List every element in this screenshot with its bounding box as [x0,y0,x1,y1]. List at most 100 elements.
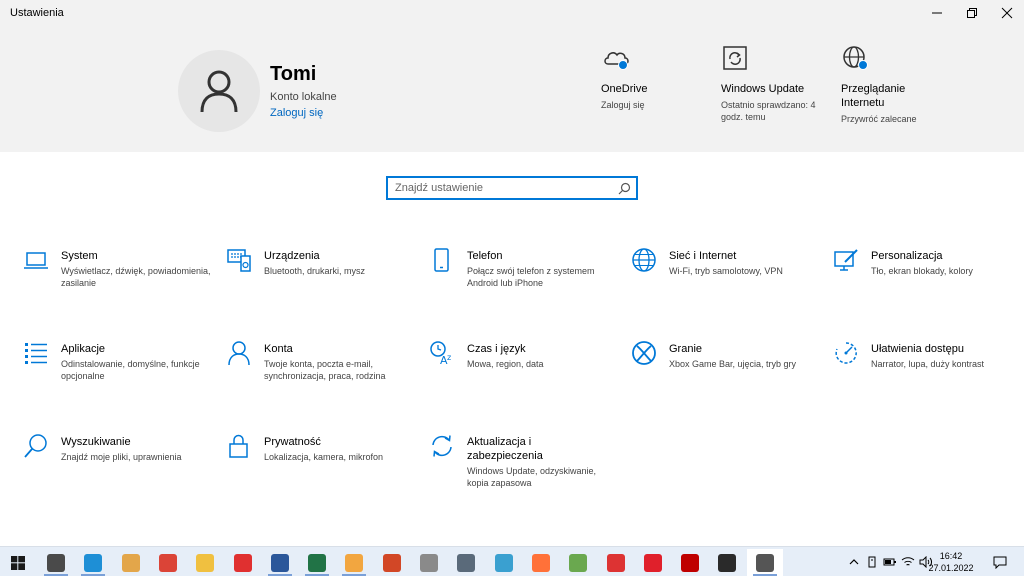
close-icon [1001,7,1013,19]
windows-logo-icon [11,555,25,570]
clock-time: 16:42 [939,551,963,561]
sign-in-link[interactable]: Zaloguj się [270,107,323,119]
tray-battery-button[interactable] [882,547,898,576]
search-input[interactable]: Znajdź ustawienie [386,176,638,200]
category-title: Ułatwienia dostępu [871,343,964,355]
cloud-icon [601,44,631,74]
taskbar-app-button[interactable] [336,549,372,576]
globe-icon [632,248,656,272]
accessibility-icon [835,342,857,364]
search-icon [618,182,631,195]
battery-icon [883,558,896,566]
category-description: Bluetooth, drukarki, mysz [264,266,366,276]
wifi-icon [901,557,915,566]
laptop-icon [24,252,48,269]
category-description: Wi-Fi, tryb samolotowy, VPN [669,266,783,276]
taskbar-app-button[interactable] [150,549,186,576]
category-description: Windows Update, odzyskiwanie, kopia zapa… [467,466,597,488]
app-settings-icon [756,553,774,572]
settings-header: Tomi Konto lokalne Zaloguj się OneDrive … [0,26,1024,152]
tray-device-button[interactable] [864,547,880,576]
quick-link-title: OneDrive [601,83,648,95]
globe-icon [841,44,871,74]
start-button[interactable] [0,549,36,576]
category-title: System [61,250,98,262]
category-description: Odinstalowanie, domyślne, funkcje opcjon… [61,359,200,381]
taskbar-app-button[interactable] [299,549,335,576]
app-media-icon [122,553,140,572]
category-description: Mowa, region, data [467,359,544,369]
category-description: Twoje konta, poczta e-mail, synchronizac… [264,359,386,381]
user-name: Tomi [270,63,317,85]
app-firefox-icon [532,553,550,572]
quick-link-browsing[interactable]: Przeglądanie Internetu Przywróć zalecane [841,44,951,125]
personalization-icon [834,249,858,271]
taskbar-app-button[interactable] [560,549,596,576]
user-avatar-icon [200,70,238,113]
quick-link-onedrive[interactable]: OneDrive Zaloguj się [601,44,711,111]
taskbar-app-button[interactable] [598,549,634,576]
chevron-up-icon [849,559,859,565]
taskbar-app-button[interactable] [672,549,708,576]
category-description: Znajdź moje pliki, uprawnienia [61,452,182,462]
close-button[interactable] [990,0,1024,26]
quick-link-subtitle: Ostatnio sprawdzano: 4 godz. temu [721,100,816,122]
category-title: Urządzenia [264,250,320,262]
taskbar-app-button[interactable] [635,549,671,576]
category-description: Narrator, lupa, duży kontrast [871,359,985,369]
taskbar-app-button[interactable] [75,549,111,576]
taskbar-clock[interactable]: 16:42 27.01.2022 [928,550,974,574]
restore-icon [967,8,977,18]
taskbar-app-button[interactable] [747,549,783,576]
quick-link-subtitle: Zaloguj się [601,100,645,110]
taskbar-app-button[interactable] [448,549,484,576]
app-opera-icon [644,553,662,572]
quick-link-windows-update[interactable]: Windows Update Ostatnio sprawdzano: 4 go… [721,44,831,123]
tray-wifi-button[interactable] [900,547,916,576]
taskbar-app-button[interactable] [262,549,298,576]
search-placeholder: Znajdź ustawienie [395,182,484,194]
taskbar-app-button[interactable] [187,549,223,576]
app-filezilla-icon [681,553,699,572]
app-explorer-icon [196,553,214,572]
taskbar-app-button[interactable] [225,549,261,576]
time-language-icon: A z [430,341,451,366]
category-title: Konta [264,343,293,355]
app-paint-icon [495,553,513,572]
app-outlook-icon [345,553,363,572]
app-excel-icon [308,553,326,572]
taskbar-app-button[interactable] [411,549,447,576]
quick-link-title: Windows Update [721,83,805,95]
tray-overflow-button[interactable] [846,547,862,576]
app-chrome-icon [159,553,177,572]
apps-list-icon [25,343,47,364]
minimize-button[interactable] [920,0,954,26]
taskbar-app-button[interactable] [486,549,522,576]
update-icon [721,44,751,74]
sync-icon [432,435,452,457]
taskbar-app-button[interactable] [523,549,559,576]
restore-button[interactable] [955,0,989,26]
taskbar-app-button[interactable] [113,549,149,576]
category-title: Aplikacje [61,343,106,355]
taskbar-app-button[interactable] [374,549,410,576]
avatar[interactable] [178,50,260,132]
usb-device-icon [868,556,876,568]
xbox-icon [632,341,656,365]
person-icon [228,341,250,366]
category-title: Personalizacja [871,250,943,262]
app-red-icon [607,553,625,572]
app-calculator-icon [457,553,475,572]
app-obs-icon [47,553,65,572]
taskbar-app-button[interactable] [38,549,74,576]
category-description: Wyświetlacz, dźwięk, powiadomienia, zasi… [61,266,211,288]
taskbar-app-button[interactable] [709,549,745,576]
category-description: Połącz swój telefon z systemem Android l… [467,266,595,288]
account-type: Konto lokalne [270,91,337,103]
category-title: Granie [669,343,703,355]
quick-link-title: Przeglądanie Internetu [841,83,906,109]
lock-icon [229,434,248,458]
title-bar: Ustawienia [0,0,1024,26]
category-title: Sieć i Internet [669,250,737,262]
notifications-button[interactable] [990,547,1010,576]
